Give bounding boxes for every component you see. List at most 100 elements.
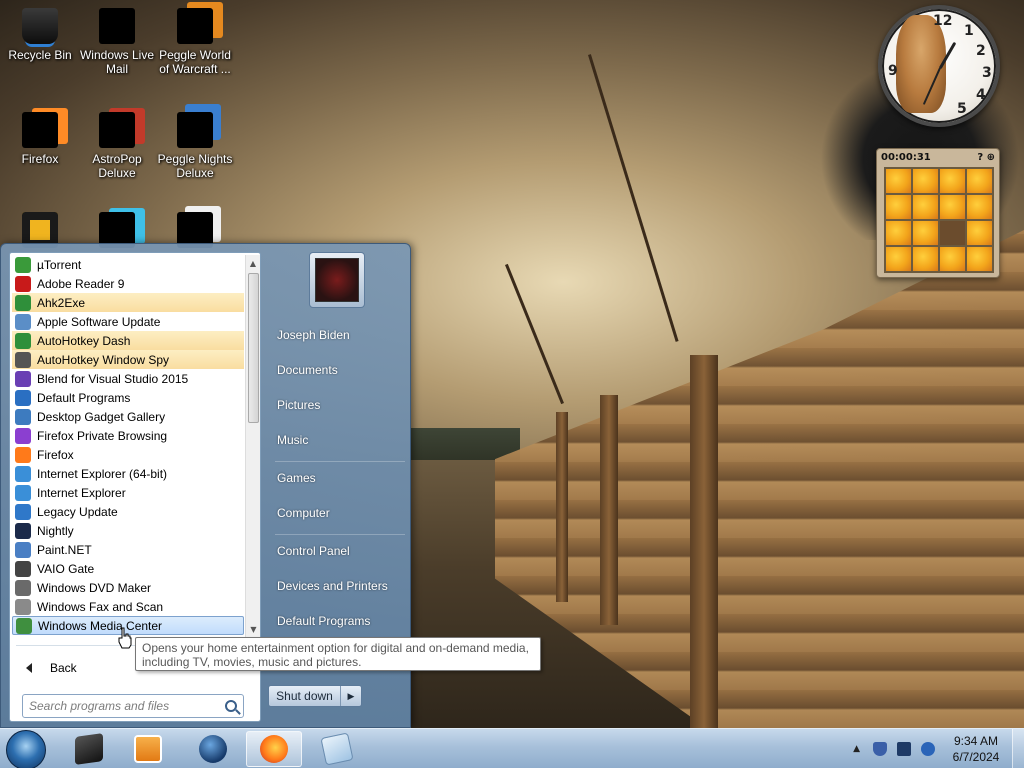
devices-printers-link[interactable]: Devices and Printers	[271, 572, 406, 600]
vaio-icon	[15, 560, 31, 577]
puzzle-tile[interactable]	[940, 247, 965, 271]
program-item[interactable]: AutoHotkey Dash	[12, 331, 244, 350]
program-item[interactable]: Windows Fax and Scan	[12, 597, 244, 616]
scroll-up-arrow-icon[interactable]: ▲	[246, 255, 260, 271]
game-icon	[177, 112, 213, 148]
music-link[interactable]: Music	[271, 426, 406, 454]
taskbar-clock[interactable]: 9:34 AM 6/7/2024	[940, 733, 1012, 765]
taskbar-notes[interactable]	[309, 731, 365, 767]
blend-icon	[15, 370, 31, 387]
program-item[interactable]: µTorrent	[12, 255, 244, 274]
program-item[interactable]: Desktop Gadget Gallery	[12, 407, 244, 426]
program-item[interactable]: Windows DVD Maker	[12, 578, 244, 597]
program-item[interactable]: AutoHotkey Window Spy	[12, 350, 244, 369]
user-folder-link[interactable]: Joseph Biden	[271, 321, 406, 349]
taskbar-app-1[interactable]	[61, 731, 117, 767]
user-picture[interactable]	[309, 252, 365, 308]
program-item[interactable]: VAIO Gate	[12, 559, 244, 578]
taskbar-media-player[interactable]	[120, 731, 176, 767]
shutdown-button-group: Shut down ▶	[268, 685, 362, 707]
scrollbar-thumb[interactable]	[248, 273, 259, 423]
puzzle-tile[interactable]	[913, 247, 938, 271]
show-desktop-button[interactable]	[1012, 729, 1024, 768]
desktop-icon-recycle-bin[interactable]: Recycle Bin	[1, 8, 79, 62]
program-item[interactable]: Paint.NET	[12, 540, 244, 559]
recycle-bin-icon	[22, 8, 58, 44]
desktop-icon-peggle-nights[interactable]: Peggle Nights Deluxe	[156, 112, 234, 180]
clock-number: 1	[964, 23, 974, 39]
puzzle-tile[interactable]	[913, 221, 938, 245]
search-programs-input[interactable]: Search programs and files	[22, 694, 244, 718]
puzzle-tile[interactable]	[913, 169, 938, 193]
puzzle-tile[interactable]	[886, 221, 911, 245]
puzzle-tile[interactable]	[886, 247, 911, 271]
window-icon	[75, 733, 103, 765]
start-button[interactable]	[6, 730, 46, 768]
volume-icon[interactable]	[921, 742, 935, 756]
spy-icon	[15, 351, 31, 368]
taskbar-firefox[interactable]	[246, 731, 302, 767]
program-item[interactable]: Adobe Reader 9	[12, 274, 244, 293]
monitor-icon[interactable]	[897, 742, 911, 756]
puzzle-grid[interactable]	[884, 167, 994, 273]
puzzle-tile[interactable]	[940, 169, 965, 193]
computer-link[interactable]: Computer	[271, 499, 406, 527]
puzzle-tile[interactable]	[967, 195, 992, 219]
shutdown-options-arrow-icon[interactable]: ▶	[341, 686, 361, 706]
taskbar-globe[interactable]	[185, 731, 241, 767]
puzzle-tile[interactable]	[886, 195, 911, 219]
apple-update-icon	[15, 313, 31, 330]
default-programs-link[interactable]: Default Programs	[271, 607, 406, 635]
shield-icon[interactable]	[873, 742, 887, 756]
program-label: AutoHotkey Dash	[37, 333, 131, 348]
clock-number: 3	[982, 65, 992, 81]
clock-gadget[interactable]: 12 1 2 3 4 5 9	[878, 5, 1000, 127]
puzzle-tile[interactable]	[967, 221, 992, 245]
puzzle-controls-icon[interactable]: ? ⊕	[977, 152, 995, 163]
puzzle-tile[interactable]	[940, 195, 965, 219]
program-item[interactable]: Firefox	[12, 445, 244, 464]
show-hidden-icons-arrow-icon[interactable]: ▲	[853, 744, 860, 754]
shutdown-button[interactable]: Shut down	[269, 686, 341, 706]
program-item[interactable]: Ahk2Exe	[12, 293, 244, 312]
desktop-icon-peggle-wow[interactable]: Peggle World of Warcraft ...	[156, 8, 234, 76]
program-label: µTorrent	[37, 257, 82, 272]
programs-scrollbar[interactable]: ▲ ▼	[245, 255, 260, 637]
desktop-icon-astropop[interactable]: AstroPop Deluxe	[78, 112, 156, 180]
program-item[interactable]: Default Programs	[12, 388, 244, 407]
control-panel-link[interactable]: Control Panel	[271, 537, 406, 565]
wallpaper-post	[690, 355, 718, 728]
program-item[interactable]: Legacy Update	[12, 502, 244, 521]
program-label: Internet Explorer (64-bit)	[37, 466, 168, 481]
program-label: AutoHotkey Window Spy	[37, 352, 170, 367]
documents-link[interactable]: Documents	[271, 356, 406, 384]
puzzle-tile[interactable]	[967, 247, 992, 271]
nightly-icon	[15, 522, 31, 539]
program-item[interactable]: Internet Explorer	[12, 483, 244, 502]
all-programs-list: µTorrent Adobe Reader 9 Ahk2Exe Apple Softw…	[12, 255, 244, 637]
firefox-icon	[15, 446, 31, 463]
desktop-icon-firefox[interactable]: Firefox	[1, 112, 79, 166]
clock-time: 9:34 AM	[953, 734, 999, 748]
program-item[interactable]: Blend for Visual Studio 2015	[12, 369, 244, 388]
clock-date: 6/7/2024	[952, 750, 1000, 764]
program-item[interactable]: Internet Explorer (64-bit)	[12, 464, 244, 483]
pictures-link[interactable]: Pictures	[271, 391, 406, 419]
games-link[interactable]: Games	[271, 464, 406, 492]
program-item[interactable]: Nightly	[12, 521, 244, 540]
program-label: Windows Media Center	[38, 618, 163, 633]
program-item[interactable]: Apple Software Update	[12, 312, 244, 331]
picture-puzzle-gadget[interactable]: 00:00:31 ? ⊕	[876, 148, 1000, 278]
scroll-down-arrow-icon[interactable]: ▼	[246, 621, 261, 637]
ahk-icon	[15, 332, 31, 349]
puzzle-tile[interactable]	[886, 169, 911, 193]
firefox-icon	[22, 112, 58, 148]
puzzle-tile[interactable]	[967, 169, 992, 193]
search-icon[interactable]	[225, 700, 237, 712]
desktop-icon-windows-live-mail[interactable]: Windows Live Mail	[78, 8, 156, 76]
puzzle-tile[interactable]	[913, 195, 938, 219]
program-item[interactable]: Firefox Private Browsing	[12, 426, 244, 445]
ie-icon	[15, 484, 31, 501]
program-label: Paint.NET	[37, 542, 92, 557]
back-arrow-icon	[26, 663, 32, 673]
